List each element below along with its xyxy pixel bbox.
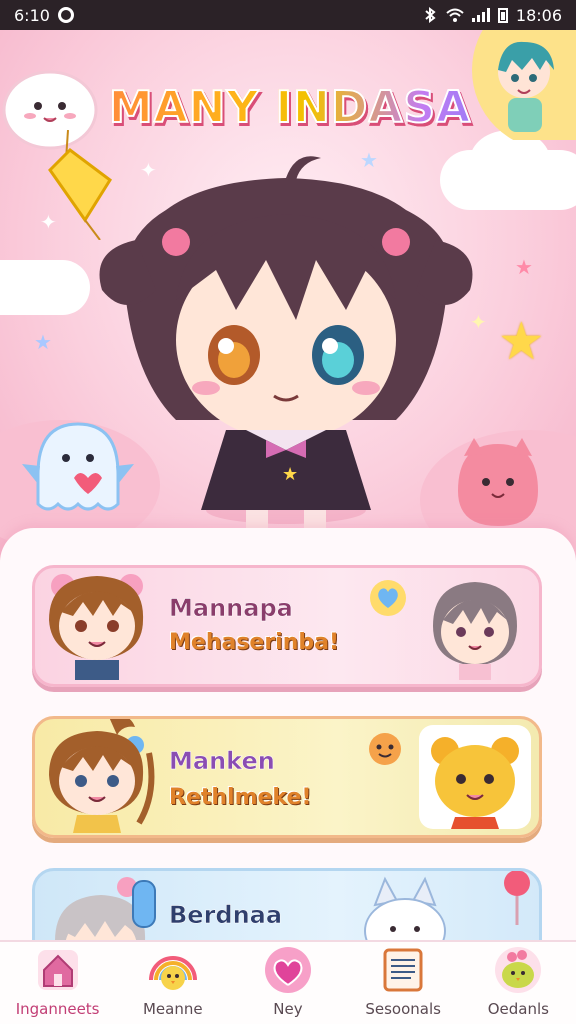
yellow-bear-avatar [431, 737, 519, 829]
status-left: 6:10 [14, 6, 74, 25]
nav-item-sesoonals[interactable]: Sesoonals [348, 942, 458, 1018]
list-icon [375, 944, 431, 996]
nav-item-oedanls[interactable]: Oedanls [463, 942, 573, 1018]
status-bar: 6:10 18:06 [0, 0, 576, 30]
pink-blob-icon [458, 438, 538, 526]
sun-badge-icon [369, 733, 401, 765]
status-left-text: 6:10 [14, 5, 50, 25]
bottom-nav: Inganneets Meanne Ney Sesoonals Oedanls [0, 940, 576, 1024]
sparkle-icon: ★ [515, 255, 533, 279]
nav-label: Inganneets [15, 1000, 100, 1018]
record-icon [57, 7, 74, 23]
nav-label: Sesoonals [365, 1000, 441, 1018]
blue-ghost-icon [22, 422, 134, 511]
nav-item-home[interactable]: Inganneets [3, 942, 113, 1018]
main-character-illustration: ★ [99, 156, 473, 534]
lollipop-icon [504, 871, 530, 925]
sparkle-icon: ★ [34, 330, 52, 354]
status-time: 18:06 [515, 5, 562, 25]
nav-label: Meanne [142, 1000, 203, 1018]
bird-icon [490, 944, 546, 996]
card-subtitle: Mehaserinba! [169, 630, 340, 655]
ponytail-girl-avatar [49, 719, 155, 833]
hero-banner: ✦ ★ ★ ★ ✦ ✦ ★ MANY INDASA ★ [0, 30, 576, 560]
svg-text:★: ★ [282, 464, 298, 485]
app-title: MANY INDASA [100, 81, 480, 134]
nav-item-meanne[interactable]: Meanne [118, 942, 228, 1018]
status-right: 18:06 [422, 6, 562, 25]
nav-item-ney[interactable]: Ney [233, 942, 343, 1018]
story-card-2[interactable]: Manken Rethlmeke! [32, 716, 542, 838]
brown-hair-girl-avatar [49, 574, 144, 680]
signal-icon [471, 8, 490, 22]
card-title: Berdnaa [169, 901, 283, 930]
story-card-1[interactable]: Mannapa Mehaserinba! [32, 565, 542, 687]
card-title: Mannapa [169, 594, 293, 623]
sparkle-icon: ✦ [40, 210, 57, 234]
wifi-icon [446, 8, 464, 22]
rainbow-chick-icon [145, 944, 201, 996]
gray-hair-girl-avatar [433, 582, 517, 680]
heart-badge-icon [370, 580, 406, 616]
cloud-decoration [0, 260, 90, 315]
bluetooth-icon [425, 7, 436, 23]
nav-label: Ney [273, 1000, 303, 1018]
home-icon [30, 944, 86, 996]
card-title: Manken [169, 747, 275, 776]
heart-icon [260, 944, 316, 996]
card-subtitle: Rethlmeke! [169, 785, 312, 810]
star-icon: ★ [498, 312, 545, 372]
bear-avatar-frame [419, 725, 531, 829]
battery-icon [497, 7, 508, 23]
nav-label: Oedanls [487, 1000, 549, 1018]
